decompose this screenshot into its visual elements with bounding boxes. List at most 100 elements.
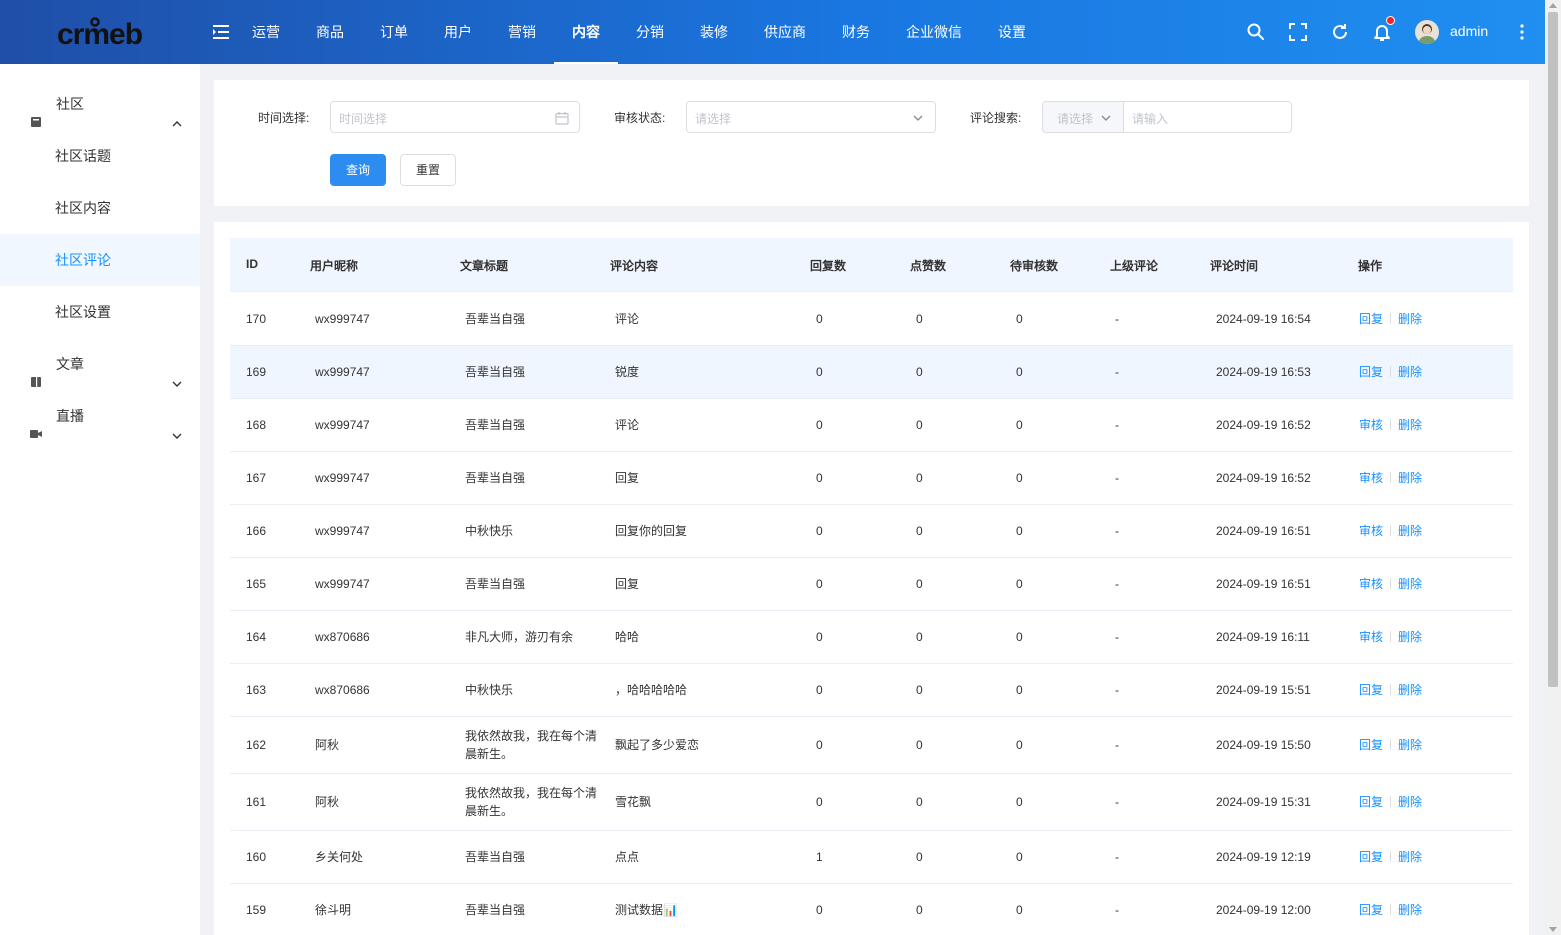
cell-comment-content: ，哈哈哈哈哈: [615, 683, 688, 697]
page-scrollbar[interactable]: [1545, 0, 1561, 935]
comments-table-card: ID 用户昵称 文章标题 评论内容 回复数 点赞数 待审核数 上级评论 评论时间 操作 170 wx…: [214, 222, 1529, 935]
fullscreen-icon[interactable]: [1288, 22, 1308, 42]
table-row[interactable]: 170 wx999747 吾辈当自强 评论 0 0 0 - 2024-09-19 16:54 回复…: [230, 293, 1513, 346]
cell-comment-time: 2024-09-19 16:52: [1216, 471, 1311, 485]
delete-link[interactable]: 删除: [1398, 418, 1422, 432]
cell-nickname: 阿秋: [315, 795, 340, 809]
table-row[interactable]: 169 wx999747 吾辈当自强 锐度 0 0 0 - 2024-09-19 16:53 回复…: [230, 346, 1513, 399]
table-row[interactable]: 160 乡关何处 吾辈当自强 点点 1 0 0 - 2024-09-19 12:19 回复 删除: [230, 831, 1513, 884]
cell-article-title: 中秋快乐: [465, 524, 514, 538]
cell-comment-content: 评论: [615, 312, 640, 326]
table-row[interactable]: 164 wx870686 非凡大师，游刃有余 哈哈 0 0 0 - 2024-09-19 16:…: [230, 611, 1513, 664]
cell-nickname: 乡关何处: [315, 850, 364, 864]
table-row[interactable]: 161 阿秋 我依然故我，我在每个清晨新生。 雪花飘 0 0 0 - 2024-09-19 15…: [230, 774, 1513, 831]
delete-link[interactable]: 删除: [1398, 365, 1422, 379]
review-link[interactable]: 审核: [1359, 577, 1383, 591]
reply-link[interactable]: 回复: [1359, 850, 1383, 864]
nav-item[interactable]: 用户: [426, 0, 490, 64]
query-button[interactable]: 查询: [330, 154, 386, 186]
delete-link[interactable]: 删除: [1398, 577, 1422, 591]
refresh-icon[interactable]: [1330, 22, 1350, 42]
sidebar-item-community-settings[interactable]: 社区设置: [0, 286, 200, 338]
username[interactable]: admin: [1450, 23, 1488, 39]
review-link[interactable]: 审核: [1359, 471, 1383, 485]
cell-nickname: wx999747: [315, 524, 370, 538]
delete-link[interactable]: 删除: [1398, 738, 1422, 752]
nav-item[interactable]: 设置: [980, 0, 1044, 64]
delete-link[interactable]: 删除: [1398, 903, 1422, 917]
nav-item[interactable]: 内容: [554, 0, 618, 64]
table-row[interactable]: 163 wx870686 中秋快乐 ，哈哈哈哈哈 0 0 0 - 2024-09-19 15:5…: [230, 664, 1513, 717]
action-divider: [1390, 739, 1392, 750]
avatar[interactable]: [1415, 20, 1439, 44]
reply-link[interactable]: 回复: [1359, 365, 1383, 379]
column-header: 回复数: [810, 259, 847, 273]
nav-item[interactable]: 订单: [362, 0, 426, 64]
scrollbar-thumb[interactable]: [1548, 12, 1558, 687]
sidebar-group-article[interactable]: 文章: [0, 338, 200, 390]
menu-collapse-icon[interactable]: [212, 24, 230, 40]
nav-item[interactable]: 商品: [298, 0, 362, 64]
cell-id: 168: [246, 418, 267, 432]
comment-search-type-select[interactable]: 请选择: [1042, 101, 1124, 133]
delete-link[interactable]: 删除: [1398, 312, 1422, 326]
review-link[interactable]: 审核: [1359, 630, 1383, 644]
nav-item[interactable]: 营销: [490, 0, 554, 64]
delete-link[interactable]: 删除: [1398, 795, 1422, 809]
scroll-up-arrow-icon[interactable]: [1549, 3, 1557, 8]
comment-search-input[interactable]: 请输入: [1123, 101, 1292, 133]
nav-item[interactable]: 企业微信: [888, 0, 980, 64]
nav-item[interactable]: 装修: [682, 0, 746, 64]
nav-item[interactable]: 财务: [824, 0, 888, 64]
table-row[interactable]: 166 wx999747 中秋快乐 回复你的回复 0 0 0 - 2024-09-19 16:5…: [230, 505, 1513, 558]
cell-actions: 回复 删除: [1359, 793, 1422, 811]
nav-item[interactable]: 运营: [234, 0, 298, 64]
time-range-picker[interactable]: 时间选择: [330, 101, 580, 133]
cell-id: 160: [246, 850, 267, 864]
more-vertical-icon[interactable]: [1514, 22, 1530, 42]
search-icon[interactable]: [1246, 22, 1266, 42]
reset-button[interactable]: 重置: [400, 154, 456, 186]
notification-bell-icon[interactable]: [1372, 16, 1395, 42]
reply-link[interactable]: 回复: [1359, 683, 1383, 697]
reply-link[interactable]: 回复: [1359, 903, 1383, 917]
nav-item[interactable]: 供应商: [746, 0, 824, 64]
cell-comment-content: 评论: [615, 418, 640, 432]
review-link[interactable]: 审核: [1359, 418, 1383, 432]
reply-link[interactable]: 回复: [1359, 795, 1383, 809]
cell-like-count: 0: [916, 418, 923, 432]
sidebar-group-community[interactable]: 社区: [0, 78, 200, 130]
crmeb-logo[interactable]: crmeb: [57, 14, 149, 51]
table-row[interactable]: 168 wx999747 吾辈当自强 评论 0 0 0 - 2024-09-19 16:52 审核…: [230, 399, 1513, 452]
cell-pending-count: 0: [1016, 683, 1023, 697]
sidebar-group-live[interactable]: 直播: [0, 390, 200, 442]
sidebar-item-community-topics[interactable]: 社区话题: [0, 130, 200, 182]
cell-parent-comment: -: [1115, 524, 1119, 538]
table-row[interactable]: 165 wx999747 吾辈当自强 回复 0 0 0 - 2024-09-19 16:51 审核…: [230, 558, 1513, 611]
reply-link[interactable]: 回复: [1359, 738, 1383, 752]
cell-article-title: 吾辈当自强: [465, 365, 526, 379]
cell-actions: 回复 删除: [1359, 848, 1422, 866]
table-row[interactable]: 159 徐斗明 吾辈当自强 测试数据📊 0 0 0 - 2024-09-19 12:00 回复 删除: [230, 884, 1513, 935]
delete-link[interactable]: 删除: [1398, 683, 1422, 697]
sidebar-item-community-comments[interactable]: 社区评论: [0, 234, 200, 286]
reply-link[interactable]: 回复: [1359, 312, 1383, 326]
cell-reply-count: 0: [816, 471, 823, 485]
search-panel: 时间选择: 时间选择 审核状态: 请选择 评论搜索: 请选择 请输入 查询 重置: [214, 80, 1529, 206]
delete-link[interactable]: 删除: [1398, 524, 1422, 538]
delete-link[interactable]: 删除: [1398, 850, 1422, 864]
cell-pending-count: 0: [1016, 577, 1023, 591]
cell-reply-count: 0: [816, 365, 823, 379]
table-row[interactable]: 162 阿秋 我依然故我，我在每个清晨新生。 飘起了多少爱恋 0 0 0 - 2024-09-1…: [230, 717, 1513, 774]
scroll-down-arrow-icon[interactable]: [1549, 927, 1557, 932]
review-link[interactable]: 审核: [1359, 524, 1383, 538]
delete-link[interactable]: 删除: [1398, 471, 1422, 485]
status-select[interactable]: 请选择: [686, 101, 936, 133]
cell-article-title: 吾辈当自强: [465, 312, 526, 326]
delete-link[interactable]: 删除: [1398, 630, 1422, 644]
sidebar-item-community-content[interactable]: 社区内容: [0, 182, 200, 234]
cell-comment-content: 锐度: [615, 365, 640, 379]
cell-id: 166: [246, 524, 267, 538]
table-row[interactable]: 167 wx999747 吾辈当自强 回复 0 0 0 - 2024-09-19 16:52 审核…: [230, 452, 1513, 505]
nav-item[interactable]: 分销: [618, 0, 682, 64]
